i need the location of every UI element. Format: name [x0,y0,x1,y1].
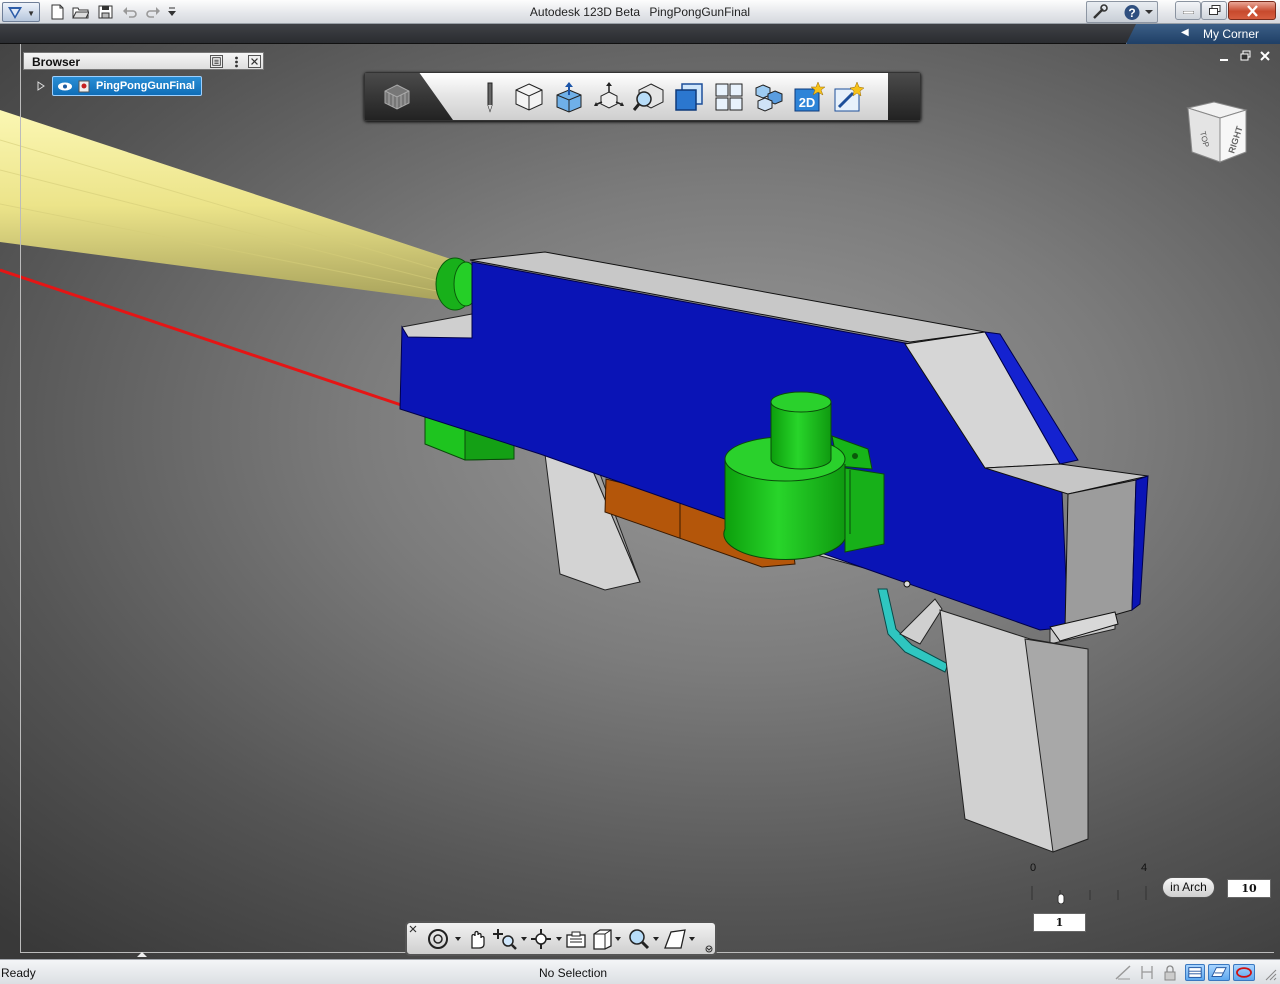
units-button[interactable]: in Arch [1162,877,1215,898]
camera-icon[interactable] [565,928,587,950]
ruler-min-label: 0 [1030,862,1037,874]
browser-panel: Browser [23,52,264,70]
svg-text:2D: 2D [799,95,816,110]
restore-icon[interactable] [1240,50,1251,61]
move-arrows-icon[interactable] [593,81,625,113]
slider-handle[interactable] [1057,893,1065,904]
zoom-icon[interactable] [491,928,527,950]
sparkle-icon[interactable] [833,81,865,113]
close-icon [1247,5,1258,17]
help-icon[interactable]: ? [1123,4,1141,21]
highlight-icon[interactable] [1233,964,1255,981]
look-at-icon[interactable] [529,928,563,950]
grid-size-field[interactable]: 10 [1227,879,1271,898]
ribbon-bar [0,24,1280,44]
main-toolbar: 2D [364,72,921,121]
pan-hand-icon[interactable] [465,928,489,950]
close-icon[interactable] [248,55,261,68]
resize-grip-icon[interactable] [1260,964,1278,981]
cubes-icon[interactable] [753,81,785,113]
app-name: Autodesk 123D Beta [529,5,640,19]
minimize-button[interactable] [1175,1,1201,20]
ruler-max-label: 4 [1141,862,1148,874]
svg-text:?: ? [1128,6,1135,20]
viewport-window-controls [1220,50,1270,61]
lock-icon[interactable] [1161,964,1179,981]
cube-menu-icon[interactable] [383,83,411,111]
toolbar-right-cap [888,73,920,120]
magnify-icon[interactable] [627,928,663,950]
pencil-icon[interactable] [477,81,503,113]
title-bar: ▼ Autodesk 123D Beta PingPongGunFinal ? [0,0,1280,24]
view-cube[interactable]: TOP RIGHT [1184,96,1252,166]
my-corner-tab[interactable]: ◀ My Corner [1126,24,1280,44]
tree-item-pingponggunfinal[interactable]: PingPongGunFinal [52,76,202,96]
help-group: ? [1086,1,1158,23]
grid-pattern-icon[interactable] [713,81,745,113]
navigation-bar [405,921,717,956]
expand-icon[interactable] [36,81,46,91]
inspect-icon[interactable] [633,81,665,113]
grid-display-icon[interactable] [1185,964,1205,981]
toolbar-left-cap [365,73,453,120]
2d-drawing-icon[interactable]: 2D [793,81,825,113]
3d-viewport[interactable]: Browser PingPongGunFinal 2D TOP RIGHT 0 … [0,44,1280,959]
visibility-eye-icon[interactable] [57,80,91,93]
status-bar: Ready No Selection [0,959,1280,984]
tree-item-label: PingPongGunFinal [96,80,195,92]
browser-title: Browser [32,55,81,69]
ortho-icon[interactable] [1138,964,1156,981]
navbar-options-icon[interactable] [705,945,713,953]
minimize-icon[interactable] [1220,59,1228,61]
ruler-slider[interactable] [1028,860,1153,904]
combine-icon[interactable] [673,81,705,113]
panel-expand-icon[interactable] [136,950,148,958]
status-ready: Ready [1,966,36,980]
snap-value-field[interactable]: 1 [1033,913,1086,932]
chevron-down-icon[interactable] [1144,8,1154,16]
view-cube-icon[interactable] [591,928,623,950]
tools-icon[interactable] [1090,4,1110,21]
calculator-icon[interactable] [210,55,223,68]
extrude-icon[interactable] [553,81,585,113]
orbit-icon[interactable] [427,928,461,950]
viewport-frame [20,44,1274,953]
box-icon[interactable] [513,81,545,113]
document-name: PingPongGunFinal [649,5,751,19]
restore-icon [1209,5,1221,15]
navbar-close-icon[interactable] [409,925,417,933]
options-icon[interactable] [230,55,243,68]
visual-style-icon[interactable] [663,928,697,950]
snap-icon[interactable] [1114,964,1132,981]
my-corner-label: My Corner [1203,27,1260,41]
status-selection: No Selection [539,966,608,980]
material-display-icon[interactable] [1208,964,1230,981]
restore-button[interactable] [1201,1,1227,20]
close-icon[interactable] [1260,51,1270,61]
close-button[interactable] [1228,1,1276,20]
caret-left-icon: ◀ [1181,27,1189,38]
minimize-icon [1183,11,1194,14]
